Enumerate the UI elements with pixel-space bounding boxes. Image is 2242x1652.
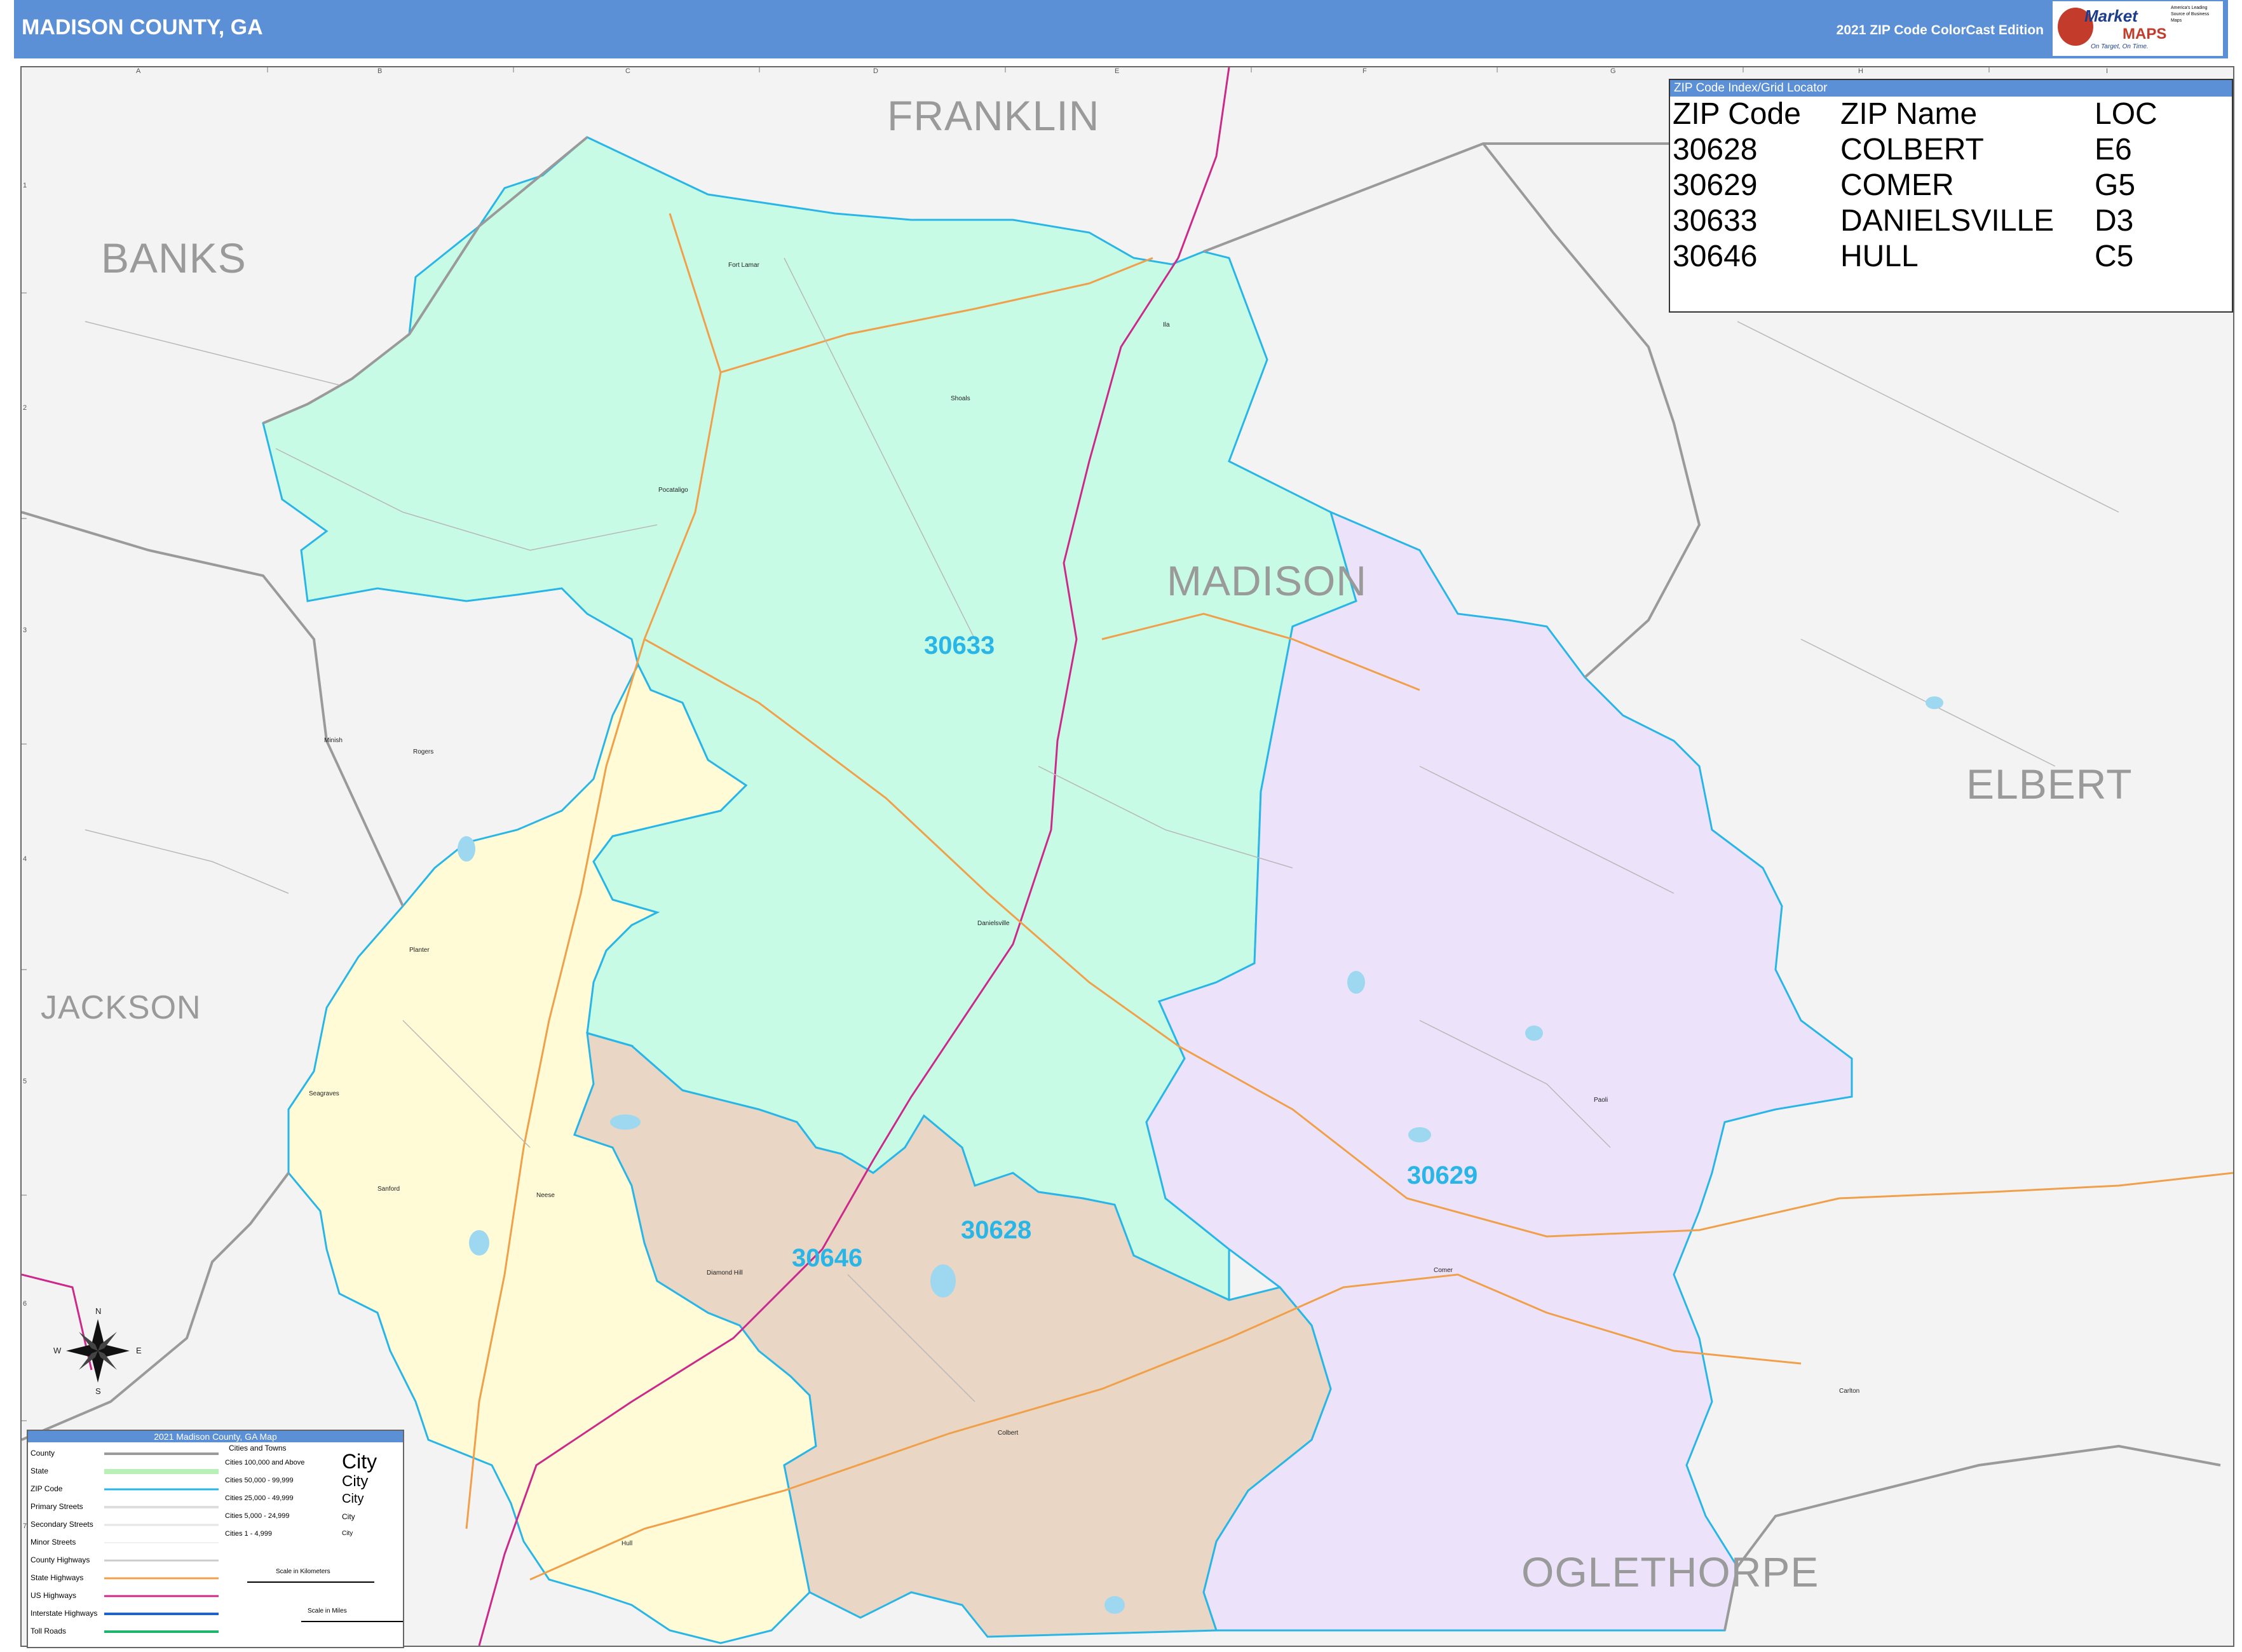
compass-rose-icon <box>66 1319 130 1383</box>
county-label-jackson: JACKSON <box>41 989 201 1026</box>
city-danielsville: Danielsville <box>977 920 1010 927</box>
grid-col-h: H <box>1858 67 1863 75</box>
city-fort-lamar: Fort Lamar <box>728 262 759 269</box>
grid-col-a: A <box>136 67 141 75</box>
city-diamond-hill: Diamond Hill <box>707 1269 743 1276</box>
city-neese: Neese <box>536 1192 555 1199</box>
legend-scale-mi: Scale in Miles <box>308 1608 347 1615</box>
city-ila: Ila <box>1163 322 1170 328</box>
legend-city-class-2: Cities 50,000 - 99,999 <box>225 1477 294 1484</box>
legend-city-sample-5: City <box>342 1530 353 1537</box>
city-colbert: Colbert <box>998 1430 1019 1437</box>
compass-n: N <box>95 1306 102 1316</box>
county-label-madison: MADISON <box>1167 557 1368 604</box>
city-shoals: Shoals <box>951 395 970 402</box>
name-cell: COLBERT <box>1840 133 1984 166</box>
zip-cell: 30628 <box>1673 133 1758 166</box>
zip-index-header-row: ZIP Code ZIP Name LOC <box>1673 97 2209 132</box>
compass-w: W <box>53 1346 62 1355</box>
zip-label-30629: 30629 <box>1407 1161 1478 1189</box>
grid-col-c: C <box>625 67 630 75</box>
zip-cell: 30646 <box>1673 240 1758 273</box>
table-row: 30633 DANIELSVILLE D3 <box>1673 203 2209 239</box>
edition-label: 2021 ZIP Code ColorCast Edition <box>1836 23 2044 37</box>
loc-cell: E6 <box>2095 133 2132 166</box>
city-carlton: Carlton <box>1839 1388 1860 1395</box>
map-legend: 2021 Madison County, GA Map County State… <box>27 1430 404 1648</box>
logo-brand-2: MAPS <box>2123 25 2167 43</box>
map-title: MADISON COUNTY, GA <box>22 15 263 39</box>
zip-label-30633: 30633 <box>924 632 995 660</box>
col-zip-code: ZIP Code <box>1673 97 1801 131</box>
grid-row-6: 6 <box>23 1300 27 1308</box>
logo-slogan: On Target, On Time. <box>2091 43 2149 50</box>
zip-label-30646: 30646 <box>792 1244 863 1272</box>
zip-index-table: ZIP Code ZIP Name LOC 30628 COLBERT E6 3… <box>1673 97 2209 274</box>
col-zip-name: ZIP Name <box>1840 97 1978 131</box>
zip-label-30628: 30628 <box>961 1216 1032 1244</box>
zip-index-heading: ZIP Code Index/Grid Locator <box>1670 80 2232 97</box>
name-cell: DANIELSVILLE <box>1840 204 2055 238</box>
legend-city-sample-4: City <box>342 1512 355 1521</box>
name-cell: COMER <box>1840 168 1954 202</box>
grid-row-4: 4 <box>23 855 27 863</box>
legend-scale-km: Scale in Kilometers <box>276 1568 330 1575</box>
loc-cell: C5 <box>2095 240 2134 273</box>
legend-city-class-1: Cities 100,000 and Above <box>225 1459 305 1466</box>
compass-s: S <box>95 1386 101 1396</box>
grid-col-e: E <box>1115 67 1120 75</box>
city-hull: Hull <box>622 1540 633 1547</box>
legend-city-sample-3: City <box>342 1492 364 1506</box>
county-label-banks: BANKS <box>101 234 247 281</box>
compass-e: E <box>136 1346 142 1355</box>
col-loc: LOC <box>2095 97 2157 131</box>
city-paoli: Paoli <box>1594 1097 1608 1104</box>
grid-row-5: 5 <box>23 1078 27 1085</box>
loc-cell: G5 <box>2095 168 2136 202</box>
city-seagraves: Seagraves <box>309 1090 339 1097</box>
loc-cell: D3 <box>2095 204 2134 238</box>
grid-col-i: I <box>2106 67 2109 75</box>
city-sanford: Sanford <box>377 1186 400 1193</box>
grid-col-b: B <box>377 67 383 75</box>
county-label-elbert: ELBERT <box>1966 761 2133 808</box>
city-pocataligo: Pocataligo <box>658 487 688 494</box>
legend-city-sample-1: City <box>342 1450 377 1473</box>
grid-row-1: 1 <box>23 182 27 189</box>
market-maps-logo[interactable]: Market MAPS On Target, On Time. America'… <box>2053 1 2223 56</box>
legend-city-class-3: Cities 25,000 - 49,999 <box>225 1494 294 1502</box>
table-row: 30646 HULL C5 <box>1673 239 2209 274</box>
zip-cell: 30633 <box>1673 204 1758 238</box>
header-bar: MADISON COUNTY, GA 2021 ZIP Code ColorCa… <box>14 0 2228 58</box>
legend-cities-heading: Cities and Towns <box>229 1444 287 1452</box>
logo-tagline: America's Leading Source of Business Map… <box>2171 6 2210 23</box>
name-cell: HULL <box>1840 240 1919 273</box>
zip-index-panel: ZIP Code Index/Grid Locator ZIP Code ZIP… <box>1669 79 2233 313</box>
legend-city-class-4: Cities 5,000 - 24,999 <box>225 1512 290 1520</box>
legend-city-class-5: Cities 1 - 4,999 <box>225 1530 272 1538</box>
legend-city-sample-2: City <box>342 1473 369 1490</box>
table-row: 30628 COLBERT E6 <box>1673 132 2209 168</box>
city-planter: Planter <box>409 947 430 954</box>
city-rogers: Rogers <box>413 748 434 755</box>
zip-cell: 30629 <box>1673 168 1758 202</box>
grid-col-d: D <box>873 67 878 75</box>
grid-col-g: G <box>1610 67 1616 75</box>
grid-col-f: F <box>1362 67 1367 75</box>
grid-row-3: 3 <box>23 626 27 634</box>
logo-brand: Market <box>2084 6 2138 25</box>
grid-row-2: 2 <box>23 404 27 412</box>
county-label-franklin: FRANKLIN <box>887 92 1100 139</box>
county-label-oglethorpe: OGLETHORPE <box>1521 1548 1819 1595</box>
table-row: 30629 COMER G5 <box>1673 168 2209 203</box>
interstate-spur <box>22 1273 93 1371</box>
city-comer: Comer <box>1434 1267 1453 1274</box>
city-minish: Minish <box>324 737 343 744</box>
